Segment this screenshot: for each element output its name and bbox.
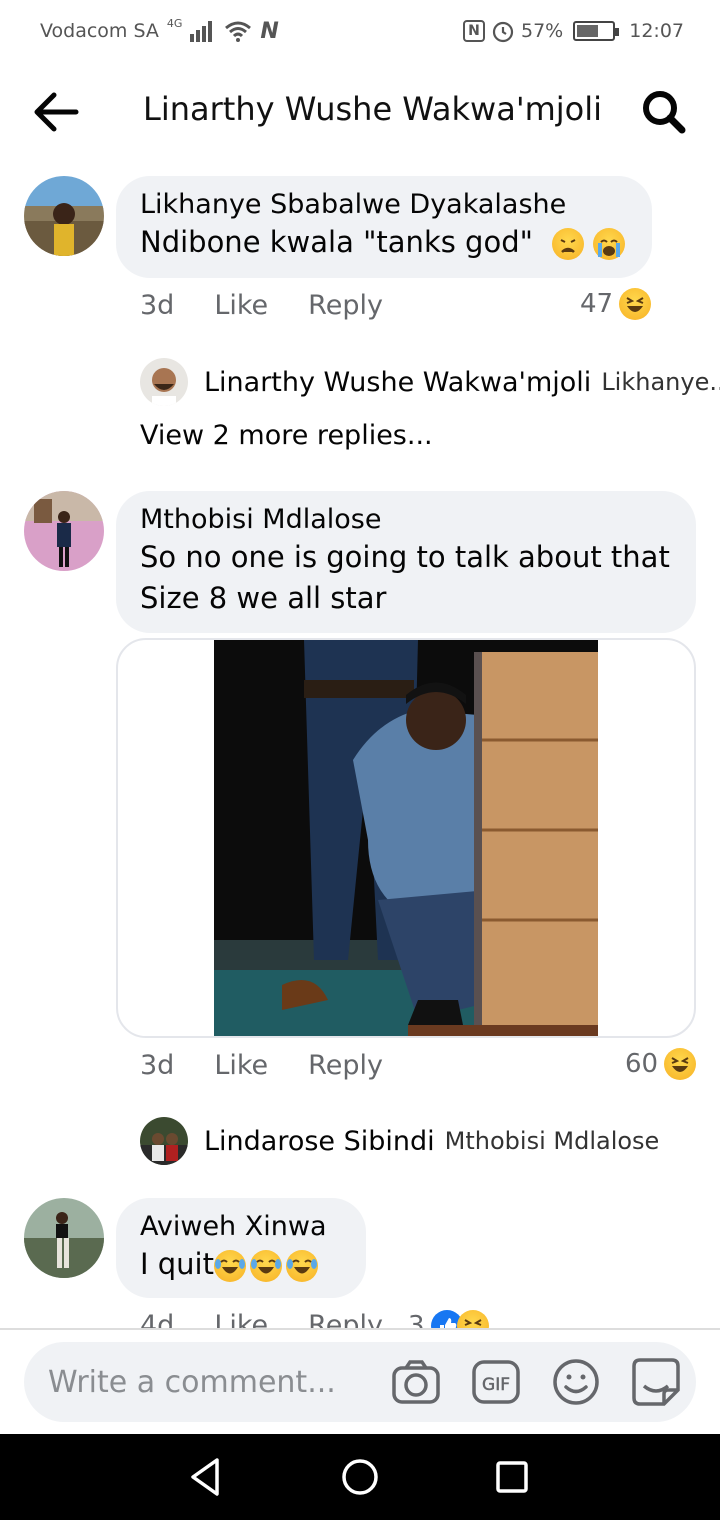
comment-input[interactable] bbox=[48, 1362, 378, 1402]
avatar bbox=[140, 1117, 188, 1165]
sticker-icon bbox=[632, 1358, 680, 1406]
wifi-icon bbox=[225, 21, 252, 42]
reply-preview[interactable]: Lindarose Sibindi Mthobisi Mdlalose bbox=[140, 1117, 659, 1165]
triangle-back-icon bbox=[191, 1458, 219, 1496]
avatar[interactable] bbox=[24, 491, 104, 571]
battery-percent: 57% bbox=[521, 20, 564, 42]
reply-preview[interactable]: Linarthy Wushe Wakwa'mjoli Likhanye... bbox=[140, 358, 720, 406]
comment-text-line: Size 8 we all star bbox=[140, 581, 387, 615]
comment-actions: 3d Like Reply bbox=[140, 290, 423, 321]
system-nav-bar bbox=[0, 1434, 720, 1520]
reply-text: Mthobisi Mdlalose bbox=[444, 1127, 660, 1155]
comment-photo[interactable] bbox=[116, 638, 696, 1038]
reply-author: Linarthy Wushe Wakwa'mjoli bbox=[204, 366, 592, 398]
haha-reaction-icon bbox=[664, 1048, 697, 1080]
comment-author[interactable]: Likhanye Sbabalwe Dyakalashe bbox=[140, 188, 628, 222]
camera-button[interactable] bbox=[390, 1356, 442, 1408]
comment-bubble[interactable]: Likhanye Sbabalwe Dyakalashe Ndibone kwa… bbox=[116, 176, 652, 278]
crying-face-emoji-icon bbox=[593, 228, 626, 260]
nfc-icon: N bbox=[463, 20, 485, 42]
haha-reaction-icon bbox=[619, 288, 652, 320]
search-icon bbox=[643, 91, 686, 134]
reaction-count[interactable]: 47 bbox=[580, 288, 652, 320]
comment-actions: 3d Like Reply bbox=[140, 1050, 423, 1081]
tears-of-joy-emoji-icon bbox=[214, 1250, 246, 1282]
avatar bbox=[140, 358, 188, 406]
reaction-count[interactable]: 60 bbox=[625, 1048, 697, 1080]
header: Linarthy Wushe Wakwa'mjoli bbox=[0, 62, 720, 162]
clock: 12:07 bbox=[629, 20, 684, 42]
reply-author: Lindarose Sibindi bbox=[204, 1125, 435, 1157]
avatar[interactable] bbox=[24, 1198, 104, 1278]
status-right: N 57% 12:07 bbox=[463, 19, 684, 43]
view-more-replies-link[interactable]: View 2 more replies... bbox=[140, 420, 433, 451]
nav-recents-button[interactable] bbox=[489, 1454, 535, 1500]
svg-text:GIF: GIF bbox=[482, 1375, 510, 1395]
alarm-icon bbox=[492, 21, 514, 43]
gif-icon: GIF bbox=[472, 1360, 520, 1404]
page-title: Linarthy Wushe Wakwa'mjoli bbox=[143, 90, 603, 128]
comment-text: Ndibone kwala "tanks god" bbox=[140, 222, 628, 263]
gif-button[interactable]: GIF bbox=[470, 1356, 522, 1408]
comment-bubble[interactable]: Mthobisi Mdlalose So no one is going to … bbox=[116, 491, 696, 633]
comment-time: 3d bbox=[140, 1050, 175, 1081]
comment-author[interactable]: Mthobisi Mdlalose bbox=[140, 503, 672, 537]
search-button[interactable] bbox=[640, 88, 688, 136]
network-type: 4G bbox=[166, 16, 183, 30]
comment-bubble[interactable]: Aviweh Xinwa I quit bbox=[116, 1198, 366, 1298]
battery-icon bbox=[573, 21, 620, 41]
comment-author[interactable]: Aviweh Xinwa bbox=[140, 1210, 342, 1244]
status-bar: Vodacom SA 4G N N 57% 12:07 bbox=[0, 0, 720, 62]
camera-icon bbox=[392, 1360, 440, 1404]
square-recents-icon bbox=[496, 1461, 528, 1493]
composer-box: GIF bbox=[24, 1342, 696, 1422]
circle-home-icon bbox=[342, 1459, 378, 1495]
sticker-button[interactable] bbox=[630, 1356, 682, 1408]
status-left: Vodacom SA 4G N bbox=[40, 16, 279, 44]
weary-face-emoji-icon bbox=[552, 228, 585, 260]
nav-back-button[interactable] bbox=[183, 1454, 229, 1500]
carrier-label: Vodacom SA bbox=[40, 20, 159, 42]
avatar[interactable] bbox=[24, 176, 104, 256]
reaction-count-label: 47 bbox=[580, 289, 614, 319]
nfc-n-icon: N bbox=[260, 18, 279, 44]
reply-text: Likhanye... bbox=[601, 368, 720, 396]
comment-text: I quit bbox=[140, 1244, 342, 1285]
reaction-count-label: 60 bbox=[625, 1049, 659, 1079]
tears-of-joy-emoji-icon bbox=[250, 1250, 282, 1282]
reply-button[interactable]: Reply bbox=[308, 290, 383, 321]
back-button[interactable] bbox=[32, 90, 80, 134]
like-button[interactable]: Like bbox=[214, 1050, 268, 1081]
photo-image bbox=[214, 640, 598, 1036]
reply-button[interactable]: Reply bbox=[308, 1050, 383, 1081]
comment-text-line: So no one is going to talk about that bbox=[140, 540, 670, 574]
tears-of-joy-emoji-icon bbox=[286, 1250, 318, 1282]
comment-composer: GIF bbox=[0, 1330, 720, 1434]
smiley-icon bbox=[553, 1359, 599, 1405]
battery-level bbox=[577, 25, 598, 37]
arrow-left-icon bbox=[34, 92, 79, 132]
emoji-button[interactable] bbox=[550, 1356, 602, 1408]
signal-icon bbox=[190, 21, 213, 42]
like-button[interactable]: Like bbox=[214, 290, 268, 321]
nav-home-button[interactable] bbox=[337, 1454, 383, 1500]
comment-time: 3d bbox=[140, 290, 175, 321]
